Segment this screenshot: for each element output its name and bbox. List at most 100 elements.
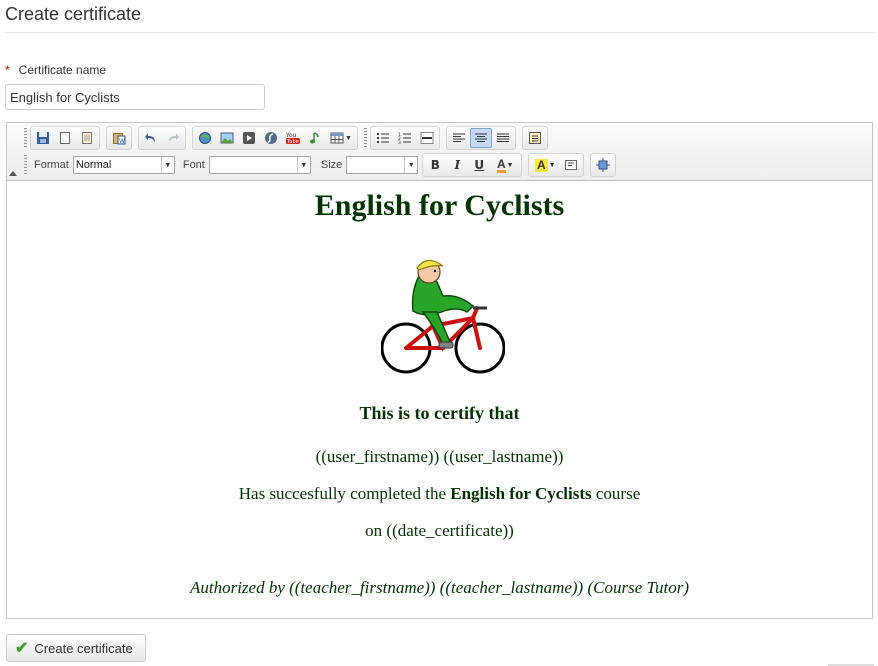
toolbar-grip [24,128,27,148]
highlight-group: A ▼ [528,153,585,177]
svg-text:W: W [119,138,125,145]
flash-button[interactable] [260,128,282,148]
image-icon [220,132,234,144]
recipient-name-line: ((user_firstname)) ((user_lastname)) [315,447,564,466]
maximize-group [590,153,617,177]
save-icon [37,132,49,144]
rich-text-editor: W You Tube ▼ 1 2 3 Format Normal ▼ Font … [6,122,873,619]
date-line: on ((date_certificate)) [365,521,514,540]
underline-button[interactable]: U [468,155,490,175]
bold-button[interactable]: B [424,155,446,175]
table-dropdown-icon: ▼ [345,134,352,142]
cyclist-illustration [381,259,505,374]
redo-button[interactable] [162,128,184,148]
certificate-name-label: * Certificate name [5,63,106,77]
redo-icon [169,133,179,142]
authorized-line: Authorized by ((teacher_firstname)) ((te… [189,578,690,597]
video-icon [243,132,255,144]
save-button[interactable] [32,128,54,148]
text-style-group: B I U A ▼ [422,153,523,177]
format-label: Format [34,159,69,171]
collapse-toolbar-icon[interactable] [9,171,17,176]
background-color-icon: A [534,157,548,172]
paste-from-word-button[interactable]: W [108,128,130,148]
audio-icon [310,132,319,144]
undo-button[interactable] [140,128,162,148]
document-group [30,126,100,150]
audio-button[interactable] [304,128,326,148]
toolbar-grip [24,155,27,175]
create-certificate-button[interactable]: ✔ Create certificate [6,634,146,662]
svg-text:You: You [285,132,297,139]
templates-icon [82,132,92,144]
size-label: Size [320,159,343,171]
format-select[interactable]: Normal ▼ [72,156,175,174]
horizontal-rule-button[interactable] [416,128,438,148]
format-dropdown-icon: ▼ [160,157,174,173]
numbered-list-button[interactable]: 123 [394,128,416,148]
image-manager-icon [199,132,211,144]
maximize-icon [596,158,611,172]
certify-line: This is to certify that [359,403,520,423]
show-blocks-icon [529,132,541,144]
image-manager-button[interactable] [194,128,216,148]
justify-icon [497,133,509,142]
font-select[interactable]: ▼ [208,156,311,174]
templates-button[interactable] [76,128,98,148]
font-label: Font [182,159,205,171]
list-group: 123 [370,126,440,150]
bulleted-list-button[interactable] [372,128,394,148]
remove-format-icon [565,160,578,170]
completion-prefix: Has succesfully completed the [238,484,451,503]
remove-format-button[interactable] [560,155,582,175]
paste-word-icon: W [113,133,126,145]
clipboard-group: W [106,126,132,150]
toolbar-grip [364,128,367,148]
checkmark-icon: ✔ [15,640,29,657]
new-page-button[interactable] [54,128,76,148]
create-certificate-label: Create certificate [34,640,133,656]
undo-icon [145,133,155,142]
svg-text:3: 3 [398,140,401,145]
editor-content[interactable]: English for Cyclists This is to certify … [7,181,872,618]
required-marker: * [5,63,10,77]
italic-button[interactable]: I [446,155,468,175]
align-center-icon [475,133,487,142]
youtube-button[interactable]: You Tube [282,128,304,148]
text-color-icon: A [496,156,506,173]
font-dropdown-icon: ▼ [296,157,310,173]
new-page-icon [60,132,70,144]
align-center-button[interactable] [470,128,492,148]
svg-text:Tube: Tube [286,139,299,145]
video-button[interactable] [238,128,260,148]
image-button[interactable] [216,128,238,148]
completion-suffix: course [591,484,641,503]
certificate-name-input[interactable] [5,84,265,110]
size-dropdown-icon: ▼ [404,157,417,173]
justify-button[interactable] [492,128,514,148]
completion-line: Has succesfully completed the English fo… [7,484,872,504]
toolbar-row-1: W You Tube ▼ 1 2 3 [24,126,554,150]
show-blocks-button[interactable] [524,128,546,148]
maximize-button[interactable] [592,155,614,175]
text-color-button[interactable]: A ▼ [490,155,520,175]
background-color-dropdown-icon: ▼ [548,161,556,169]
size-select[interactable]: ▼ [346,156,419,174]
flash-icon [265,132,277,144]
certificate-heading: English for Cyclists [314,189,565,222]
youtube-icon: YouTube [285,132,300,145]
blocks-group [522,126,548,150]
page-title: Create certificate [5,4,142,24]
table-icon [330,132,344,144]
completion-course: English for Cyclists [450,484,592,503]
format-select-value: Normal [75,159,112,171]
background-color-button[interactable]: A ▼ [530,155,560,175]
undo-group [138,126,186,150]
certificate-name-label-text: Certificate name [18,63,107,77]
editor-toolbar: W You Tube ▼ 1 2 3 Format Normal ▼ Font … [7,123,872,181]
title-divider [5,32,875,33]
horizontal-rule-icon [420,132,434,144]
toolbar-row-2: Format Normal ▼ Font ▼ Size ▼ B I U A ▼ … [24,153,622,177]
table-button[interactable]: ▼ [326,128,356,148]
align-left-button[interactable] [448,128,470,148]
